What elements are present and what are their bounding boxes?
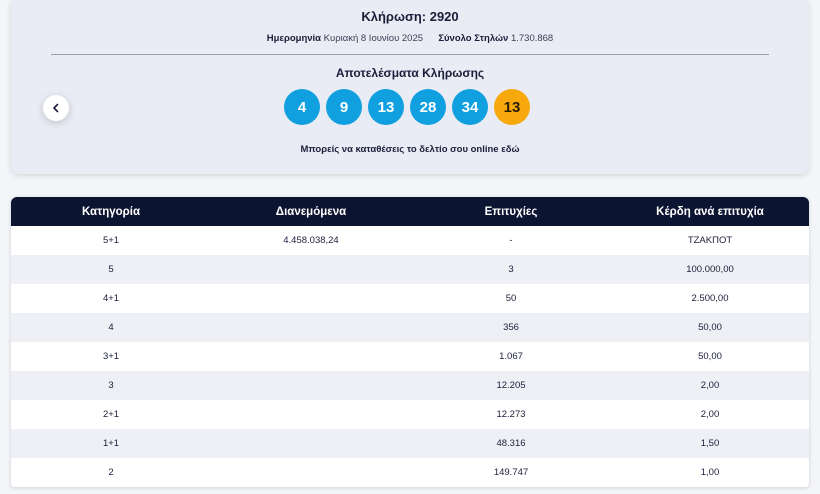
- prize-table: Κατηγορία Διανεμόμενα Επιτυχίες Κέρδη αν…: [11, 197, 809, 487]
- cell-category: 5+1: [102, 235, 120, 246]
- cell-prize: ΤΖΑΚΠΟΤ: [687, 235, 733, 246]
- table-body: 5+1 4.458.038,24 - ΤΖΑΚΠΟΤ 5 3 100.000,00 4+1 50…: [11, 226, 809, 487]
- cell-winners: 149.747: [493, 467, 529, 478]
- table-row: 2 149.747 1,00: [11, 458, 809, 487]
- table-row: 1+1 48.316 1,50: [11, 429, 809, 458]
- draw-card: Κλήρωση: 2920 Ημερομηνία Κυριακή 8 Ιουνί…: [11, 0, 809, 174]
- cell-winners: 50: [505, 293, 517, 304]
- cell-category: 2: [108, 467, 114, 478]
- cell-category: 3: [108, 380, 114, 391]
- cell-winners: 3: [508, 264, 514, 275]
- cell-prize: 50,00: [698, 322, 722, 333]
- cell-prize: 100.000,00: [686, 264, 734, 275]
- date-value: Κυριακή 8 Ιουνίου 2025: [323, 33, 424, 44]
- cell-category: 5: [108, 264, 114, 275]
- cell-category: 4: [108, 322, 114, 333]
- cell-prize: 50,00: [698, 351, 722, 362]
- cell-winners: 1.067: [499, 351, 523, 362]
- chevron-left-icon: [53, 103, 59, 113]
- results-title: Αποτελέσματα Κλήρωσης: [335, 66, 485, 80]
- cell-distributed: 4.458.038,24: [283, 235, 339, 246]
- number-ball: 13: [368, 89, 404, 125]
- header-category: Κατηγορία: [81, 205, 141, 218]
- joker-ball: 13: [494, 89, 530, 125]
- number-ball: 4: [284, 89, 320, 125]
- cell-winners: -: [509, 235, 513, 246]
- cell-prize: 2,00: [700, 380, 720, 391]
- cell-prize: 2.500,00: [691, 293, 729, 304]
- cell-winners: 12.273: [496, 409, 526, 420]
- cell-winners: 48.316: [496, 438, 526, 449]
- header-winners: Επιτυχίες: [484, 205, 538, 218]
- table-row: 5+1 4.458.038,24 - ΤΖΑΚΠΟΤ: [11, 226, 809, 255]
- previous-draw-button[interactable]: [43, 95, 69, 121]
- number-ball: 9: [326, 89, 362, 125]
- cell-prize: 1,00: [700, 467, 720, 478]
- columns-value: 1.730.868: [510, 33, 554, 44]
- cell-winners: 356: [503, 322, 519, 333]
- table-row: 4 356 50,00: [11, 313, 809, 342]
- table-row: 3 12.205 2,00: [11, 371, 809, 400]
- table-header: Κατηγορία Διανεμόμενα Επιτυχίες Κέρδη αν…: [11, 197, 809, 226]
- cell-category: 3+1: [102, 351, 120, 362]
- cell-category: 1+1: [102, 438, 120, 449]
- draw-meta: Ημερομηνία Κυριακή 8 Ιουνίου 2025 Σύνολο…: [11, 33, 809, 44]
- cell-prize: 2,00: [700, 409, 720, 420]
- cell-category: 4+1: [102, 293, 120, 304]
- draw-title: Κλήρωση: 2920: [361, 9, 459, 24]
- header-distributed: Διανεμόμενα: [275, 205, 347, 218]
- table-row: 5 3 100.000,00: [11, 255, 809, 284]
- number-ball: 28: [410, 89, 446, 125]
- number-ball: 34: [452, 89, 488, 125]
- winning-numbers: 4 9 13 28 34 13: [284, 89, 530, 125]
- table-row: 2+1 12.273 2,00: [11, 400, 809, 429]
- online-link[interactable]: Μπορείς να καταθέσεις το δελτίο σου onli…: [11, 144, 809, 155]
- cell-winners: 12.205: [496, 380, 526, 391]
- divider: [51, 54, 769, 55]
- cell-category: 2+1: [102, 409, 120, 420]
- cell-prize: 1,50: [700, 438, 720, 449]
- date-label: Ημερομηνία: [266, 33, 322, 44]
- header-prize-per-winner: Κέρδη ανά επιτυχία: [656, 205, 764, 218]
- table-row: 4+1 50 2.500,00: [11, 284, 809, 313]
- table-row: 3+1 1.067 50,00: [11, 342, 809, 371]
- columns-label: Σύνολο Στηλών: [438, 33, 509, 44]
